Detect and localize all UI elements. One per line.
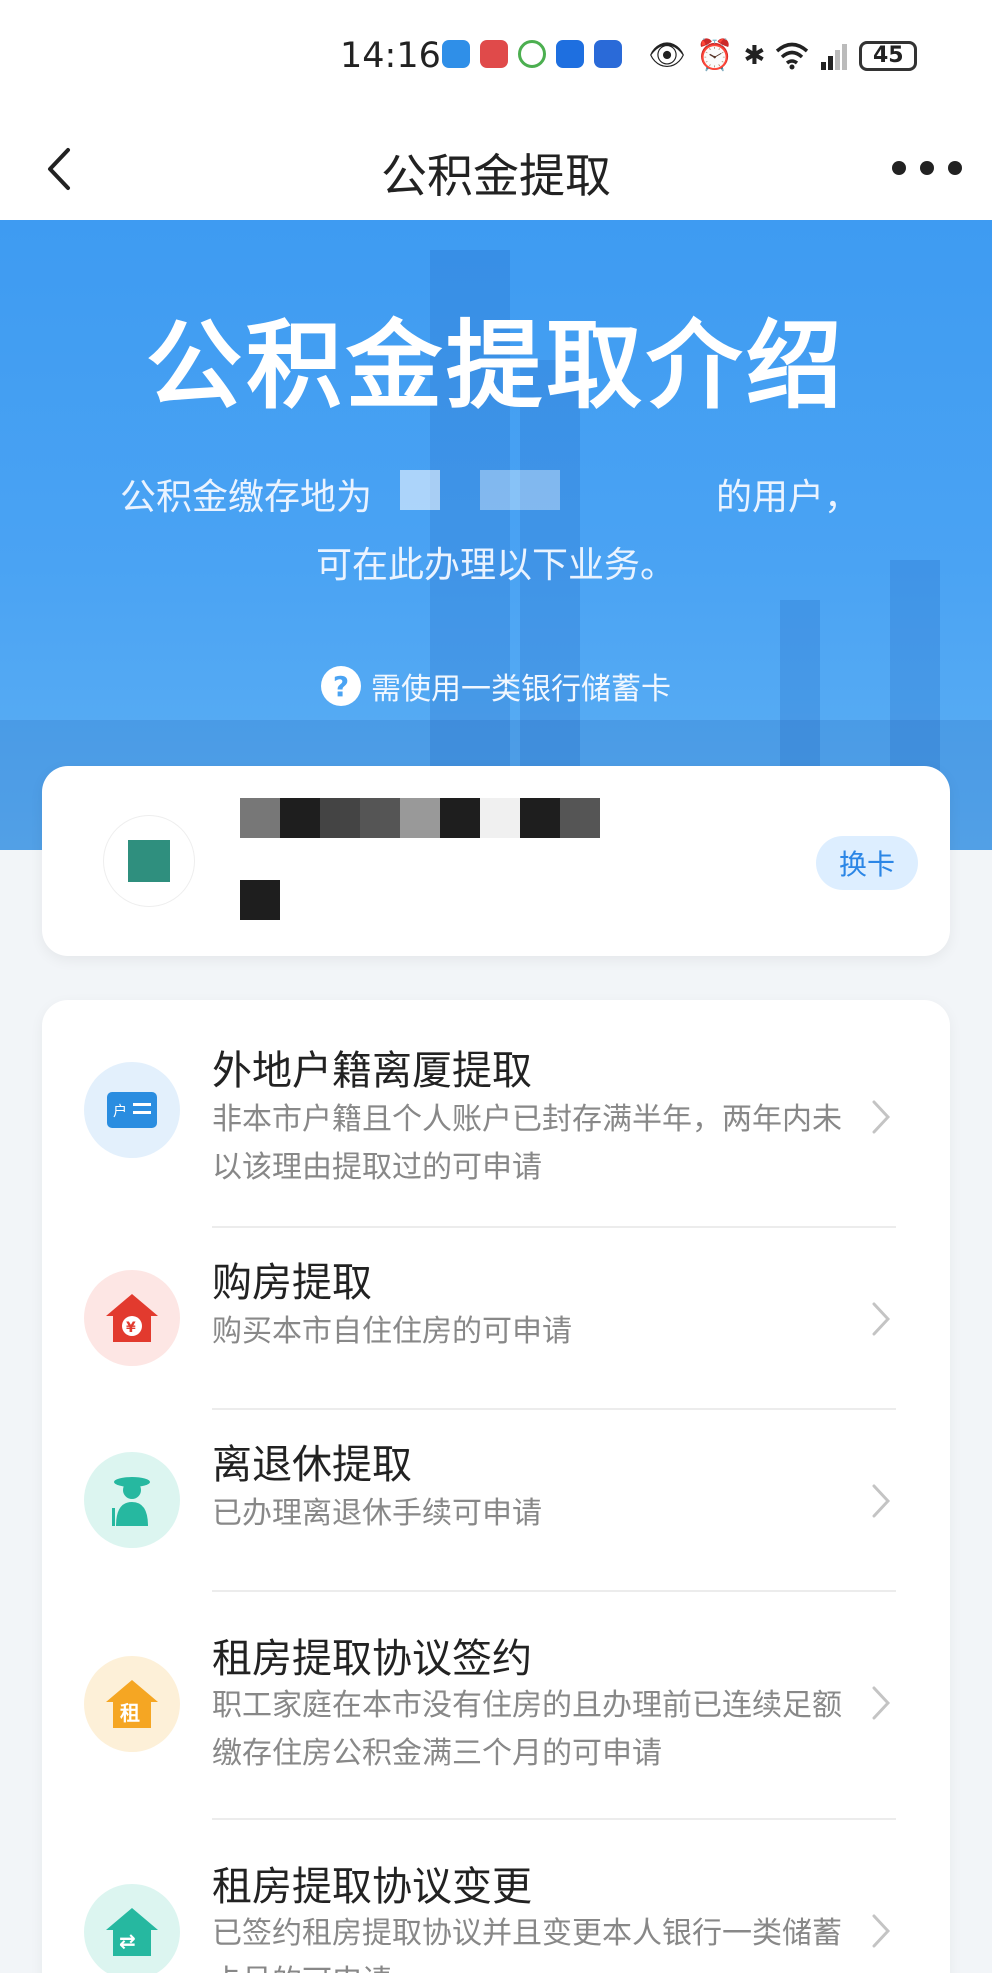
service-title: 租房提取协议签约 bbox=[212, 1636, 532, 1682]
chevron-right-icon bbox=[872, 1100, 891, 1134]
battery-icon: 45 bbox=[859, 40, 918, 71]
blue-app-icon bbox=[556, 40, 584, 68]
status-bar: 14:16 👁 ⏰ ✱ 45 bbox=[0, 0, 992, 118]
house-change-icon: ⇄ bbox=[84, 1884, 180, 1973]
service-item[interactable]: 离退休提取 已办理离退休手续可申请 bbox=[42, 1410, 950, 1590]
bank-card-hint[interactable]: ? 需使用一类银行储蓄卡 bbox=[0, 664, 992, 708]
service-item[interactable]: 户 外地户籍离厦提取 非本市户籍且个人账户已封存满半年，两年内未以该理由提取过的… bbox=[42, 1000, 950, 1226]
svg-text:⇄: ⇄ bbox=[119, 1929, 136, 1953]
chevron-right-icon bbox=[872, 1484, 891, 1518]
message-app-icon bbox=[442, 40, 470, 68]
redacted-region bbox=[480, 470, 560, 510]
system-icons: 👁 ⏰ ✱ 45 bbox=[648, 38, 918, 73]
signal-icon bbox=[821, 43, 848, 70]
banner-text-line1: 公积金缴存地为 bbox=[120, 477, 373, 518]
service-title: 外地户籍离厦提取 bbox=[212, 1048, 532, 1094]
service-item[interactable]: 租 租房提取协议签约 职工家庭在本市没有住房的且办理前已连续足额缴存住房公积金满… bbox=[42, 1592, 950, 1818]
elderly-person-icon bbox=[84, 1452, 180, 1548]
service-description: 购买本市自住住房的可申请 bbox=[212, 1314, 572, 1349]
id-card-icon: 户 bbox=[84, 1062, 180, 1158]
service-description: 非本市户籍且个人账户已封存满半年，两年内未以该理由提取过的可申请 bbox=[212, 1102, 842, 1185]
chevron-right-icon bbox=[872, 1686, 891, 1720]
service-title: 租房提取协议变更 bbox=[212, 1864, 532, 1910]
wifi-icon bbox=[776, 42, 809, 69]
audio-app-icon bbox=[594, 40, 622, 68]
intro-banner: 公积金提取介绍 公积金缴存地为 的用户， 可在此办理以下业务。 ? 需使用一类银… bbox=[0, 220, 992, 850]
redacted-region bbox=[400, 470, 440, 510]
service-description: 已签约租房提取协议并且变更本人银行一类储蓄卡号的可申请 bbox=[212, 1916, 842, 1973]
banner-text-line2: 可在此办理以下业务。 bbox=[315, 545, 676, 586]
bank-card-panel: 换卡 bbox=[42, 766, 950, 956]
alarm-icon: ⏰ bbox=[696, 38, 734, 73]
switch-card-button[interactable]: 换卡 bbox=[816, 836, 918, 890]
bluetooth-icon: ✱ bbox=[743, 40, 766, 71]
svg-text:户: 户 bbox=[113, 1103, 127, 1120]
svg-text:租: 租 bbox=[120, 1701, 140, 1725]
service-title: 购房提取 bbox=[212, 1260, 372, 1306]
hint-text: 需使用一类银行储蓄卡 bbox=[371, 672, 671, 707]
eye-icon: 👁 bbox=[648, 38, 687, 73]
service-item[interactable]: ⇄ 租房提取协议变更 已签约租房提取协议并且变更本人银行一类储蓄卡号的可申请 bbox=[42, 1820, 950, 1973]
nav-header: 公积金提取 bbox=[0, 118, 992, 220]
banner-title: 公积金提取介绍 bbox=[146, 310, 846, 422]
chevron-right-icon bbox=[872, 1302, 891, 1336]
chevron-right-icon bbox=[872, 1914, 891, 1948]
more-options-icon[interactable] bbox=[892, 152, 962, 184]
service-item[interactable]: ¥ 购房提取 购买本市自住住房的可申请 bbox=[42, 1228, 950, 1408]
status-time: 14:16 bbox=[340, 36, 441, 76]
service-title: 离退休提取 bbox=[212, 1442, 412, 1488]
svg-text:¥: ¥ bbox=[126, 1320, 136, 1336]
service-description: 已办理离退休手续可申请 bbox=[212, 1496, 542, 1531]
card-owner-redacted bbox=[240, 880, 280, 920]
withdrawal-service-list: 户 外地户籍离厦提取 非本市户籍且个人账户已封存满半年，两年内未以该理由提取过的… bbox=[42, 1000, 950, 1973]
bank-logo-icon bbox=[104, 816, 194, 906]
green-app-icon bbox=[518, 40, 546, 68]
notification-icons bbox=[442, 40, 622, 68]
service-description: 职工家庭在本市没有住房的且办理前已连续足额缴存住房公积金满三个月的可申请 bbox=[212, 1688, 842, 1771]
red-app-icon bbox=[480, 40, 508, 68]
question-icon: ? bbox=[321, 666, 361, 706]
page-title: 公积金提取 bbox=[381, 149, 611, 203]
card-number-redacted bbox=[240, 798, 600, 838]
banner-text-line1-end: 的用户， bbox=[716, 477, 861, 518]
house-yuan-icon: ¥ bbox=[84, 1270, 180, 1366]
house-rent-icon: 租 bbox=[84, 1656, 180, 1752]
